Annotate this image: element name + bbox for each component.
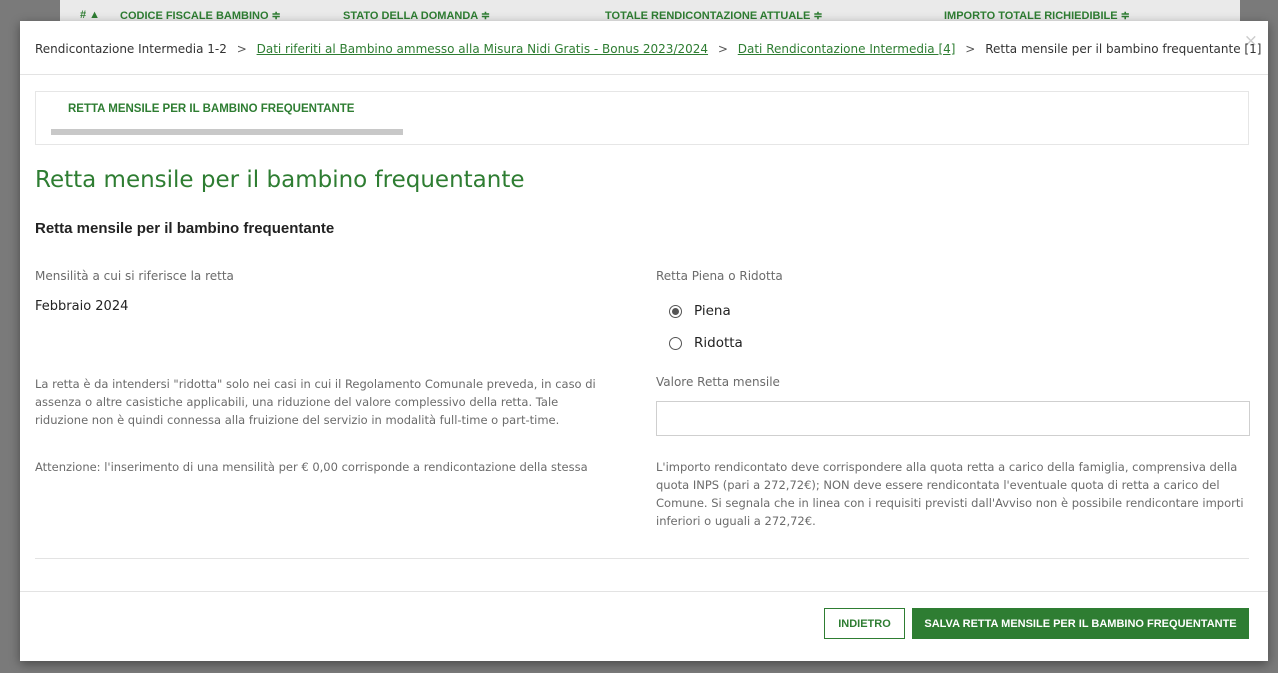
content-divider: [35, 558, 1249, 559]
radio-ridotta-label: Ridotta: [694, 335, 743, 351]
radio-unchecked-icon[interactable]: [669, 336, 682, 350]
note-retta-ridotta: La retta è da intendersi "ridotta" solo …: [35, 377, 596, 427]
radio-piena[interactable]: Piena: [669, 303, 731, 319]
amount-input[interactable]: [656, 401, 1250, 436]
month-label: Mensilità a cui si riferisce la retta: [35, 269, 234, 283]
breadcrumb-divider: [20, 74, 1268, 75]
page-title: Retta mensile per il bambino frequentant…: [35, 167, 525, 193]
background-table-header: # ▲ CODICE FISCALE BAMBINO ≑ STATO DELLA…: [60, 0, 1240, 22]
section-title: Retta mensile per il bambino frequentant…: [35, 220, 335, 237]
stepper-step-label[interactable]: RETTA MENSILE PER IL BAMBINO FREQUENTANT…: [68, 103, 354, 115]
breadcrumb-separator: >: [236, 42, 247, 56]
modal-dialog: × Rendicontazione Intermedia 1-2 > Dati …: [20, 21, 1268, 661]
back-button[interactable]: INDIETRO: [824, 608, 905, 639]
radio-checked-icon[interactable]: [669, 304, 682, 318]
breadcrumb-link-dati-bambino[interactable]: Dati riferiti al Bambino ammesso alla Mi…: [257, 42, 708, 56]
footer-divider: [20, 591, 1268, 592]
breadcrumb-link-dati-rendicontazione[interactable]: Dati Rendicontazione Intermedia [4]: [738, 42, 956, 56]
breadcrumb-separator: >: [965, 42, 976, 56]
breadcrumb-separator: >: [717, 42, 728, 56]
breadcrumb-item-current: Retta mensile per il bambino frequentant…: [985, 42, 1262, 56]
breadcrumb-item-rendicontazione: Rendicontazione Intermedia 1-2: [35, 42, 227, 56]
stepper: RETTA MENSILE PER IL BAMBINO FREQUENTANT…: [35, 91, 1249, 145]
radio-piena-label: Piena: [694, 303, 731, 319]
bg-column-index: # ▲: [80, 9, 101, 21]
month-value: Febbraio 2024: [35, 299, 129, 314]
note-importo: L'importo rendicontato deve corrisponder…: [656, 460, 1244, 528]
save-button[interactable]: SALVA RETTA MENSILE PER IL BAMBINO FREQU…: [912, 608, 1249, 639]
breadcrumb: Rendicontazione Intermedia 1-2 > Dati ri…: [35, 42, 1261, 56]
retta-type-label: Retta Piena o Ridotta: [656, 269, 783, 283]
radio-ridotta[interactable]: Ridotta: [669, 335, 743, 351]
stepper-progress-bar: [51, 129, 403, 135]
amount-label: Valore Retta mensile: [656, 375, 780, 389]
note-attenzione: Attenzione: l'inserimento di una mensili…: [35, 460, 588, 474]
